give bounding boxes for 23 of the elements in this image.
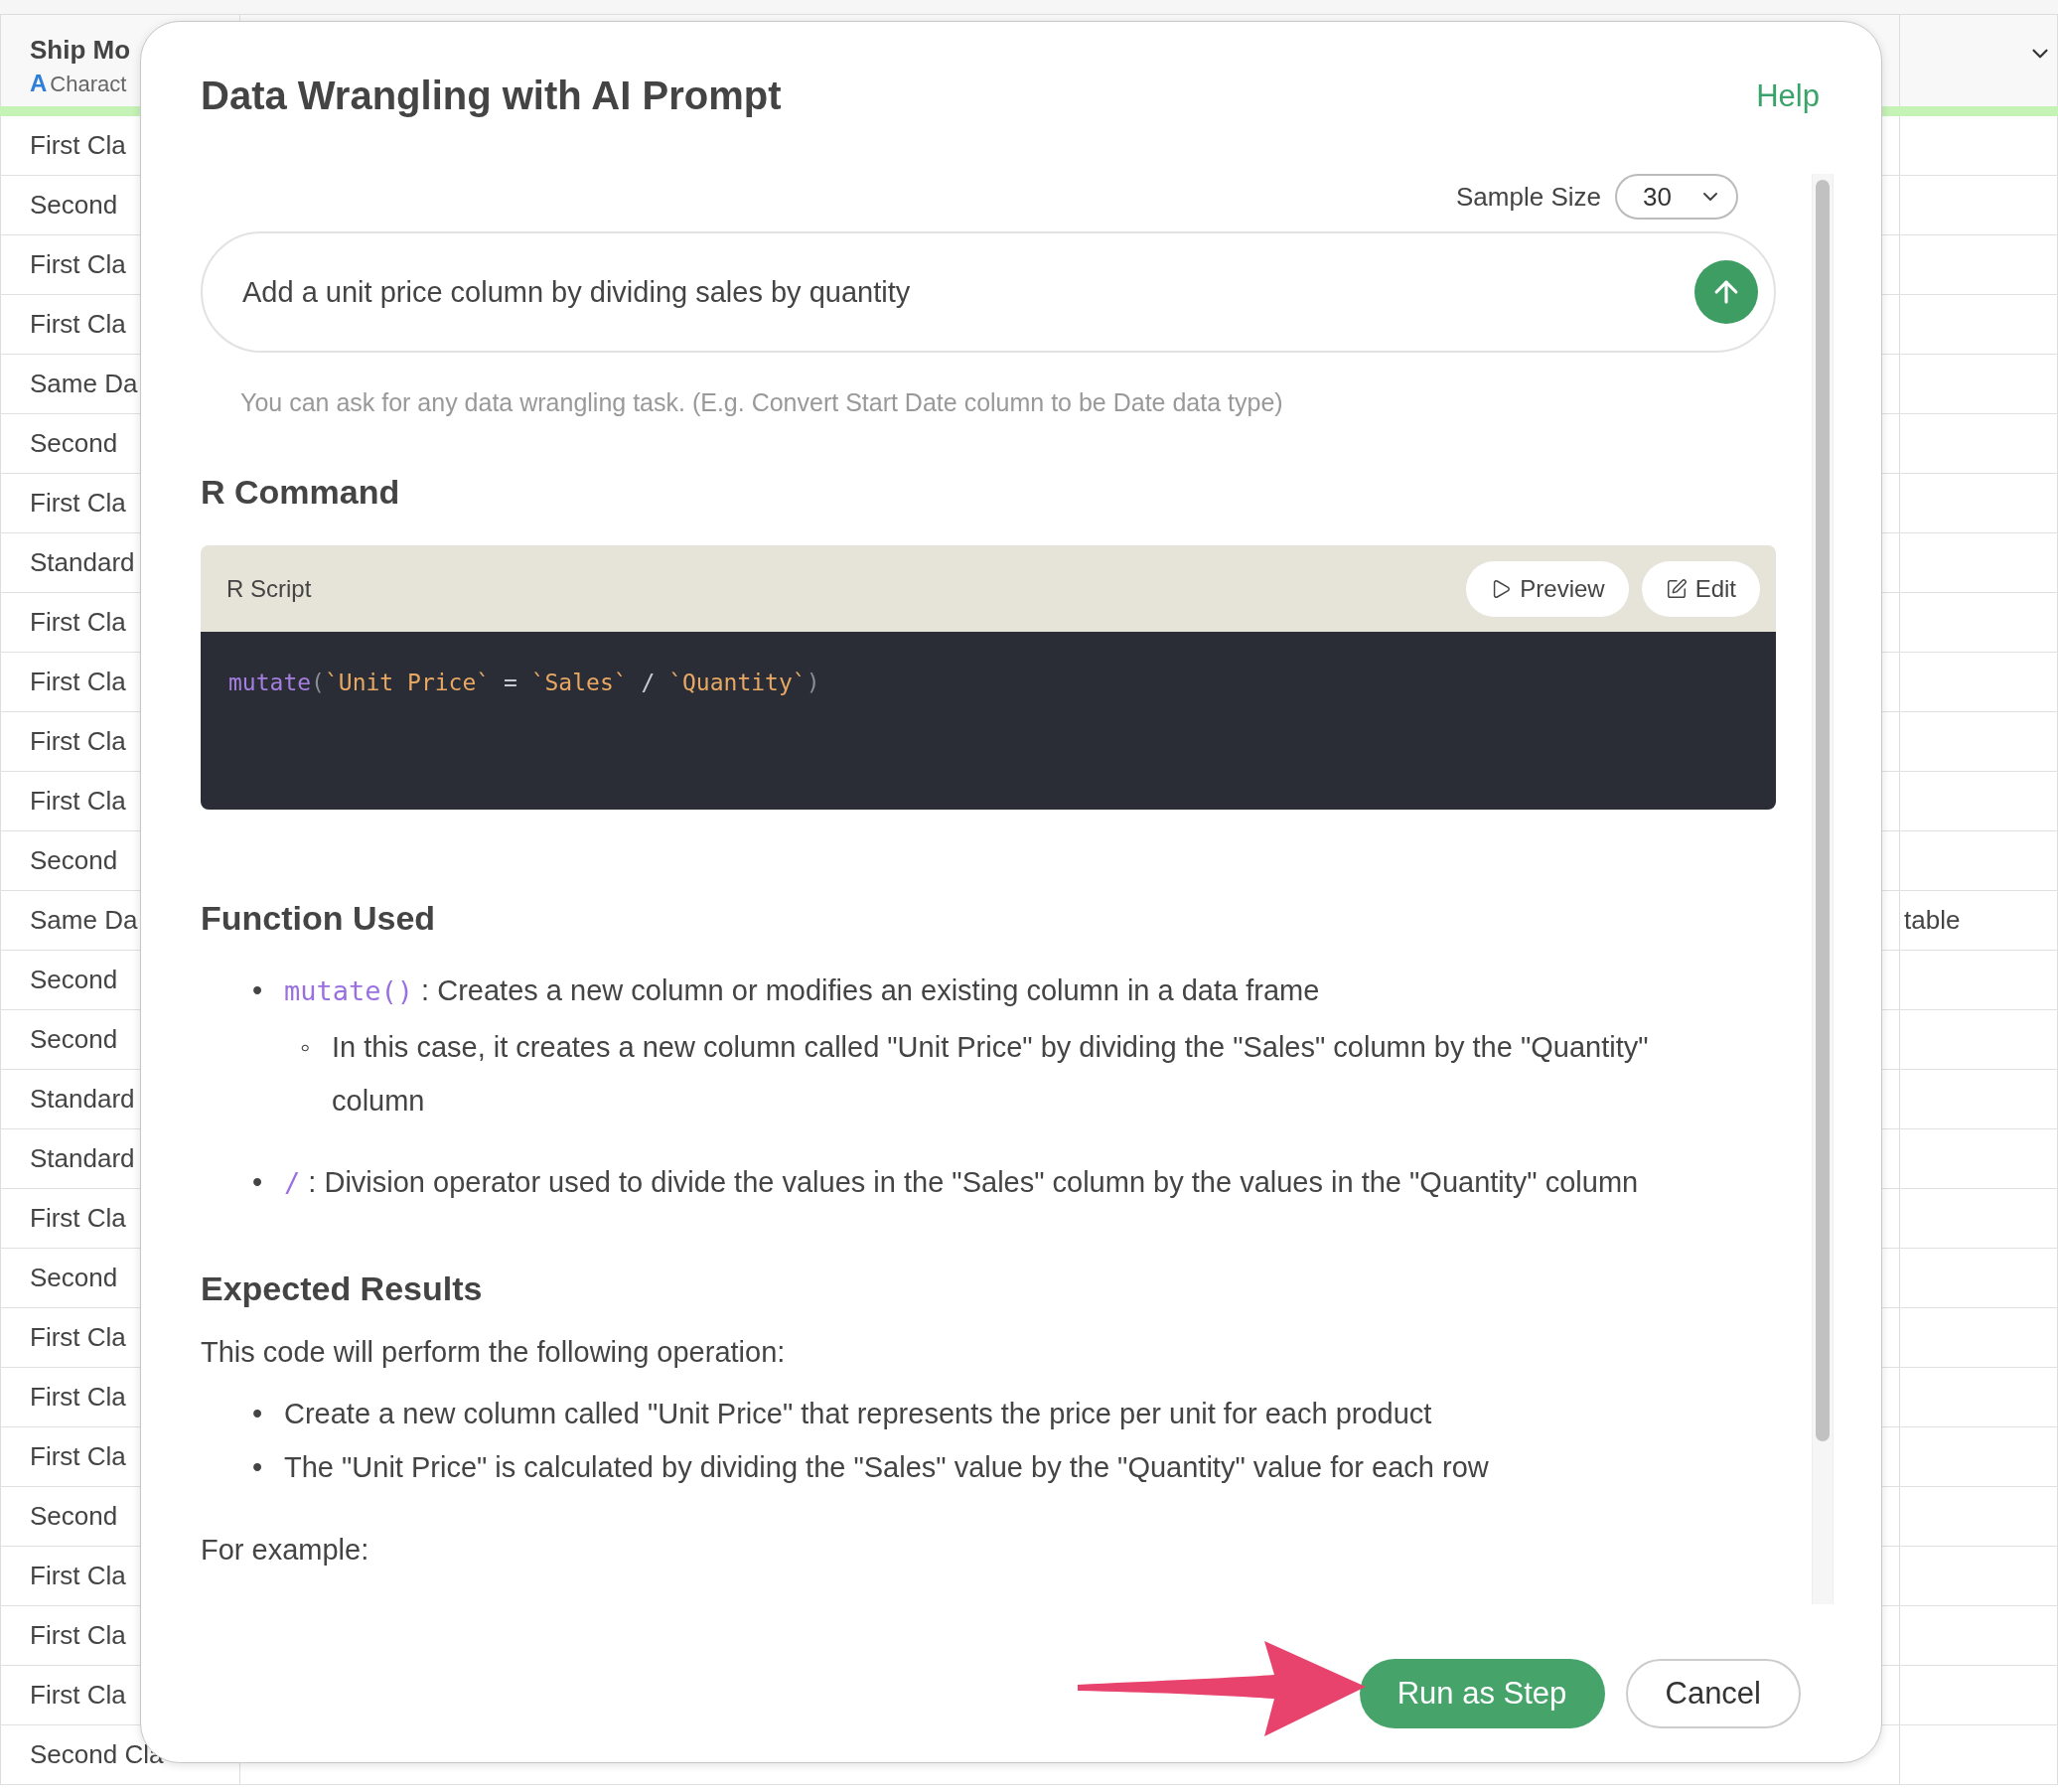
- list-item: / : Division operator used to divide the values in the "Sales" column by the values in the "Quantity" column: [284, 1166, 1639, 1198]
- list-item: The "Unit Price" is calculated by dividing the "Sales" value by the "Quantity" value for each row: [284, 1450, 1489, 1485]
- cell-text: table: [1904, 905, 1961, 936]
- column-title: Ship Mo: [30, 35, 132, 66]
- edit-button[interactable]: Edit: [1641, 560, 1760, 617]
- scrollbar[interactable]: [1816, 180, 1830, 1441]
- prompt-field[interactable]: Add a unit price column by dividing sales by quantity: [201, 231, 1776, 353]
- list-item: Create a new column called "Unit Price" that represents the price per unit for each product: [284, 1397, 1432, 1431]
- bullet: •: [252, 1397, 264, 1431]
- cancel-button[interactable]: Cancel: [1625, 1658, 1801, 1728]
- pencil-icon: [1665, 577, 1688, 600]
- type-icon: A: [30, 70, 48, 97]
- bullet: •: [252, 1450, 264, 1485]
- type-label: Charact: [50, 72, 127, 97]
- hint-text: You can ask for any data wrangling task. (E.g. Convert Start Date column to be Date data type): [240, 388, 1284, 417]
- list-item: In this case, it creates a new column called "Unit Price" by dividing the "Sales" column by the "Quantity" column: [332, 1030, 1650, 1119]
- sample-size-label: Sample Size: [1456, 181, 1601, 213]
- bullet: •: [252, 1165, 264, 1200]
- bullet: ◦: [300, 1030, 312, 1065]
- sample-size-select[interactable]: 30: [1615, 174, 1738, 220]
- list-item: mutate() : Creates a new column or modifies an existing column in a data frame: [284, 974, 1320, 1006]
- preview-button[interactable]: Preview: [1466, 560, 1629, 617]
- bullet: •: [252, 973, 264, 1008]
